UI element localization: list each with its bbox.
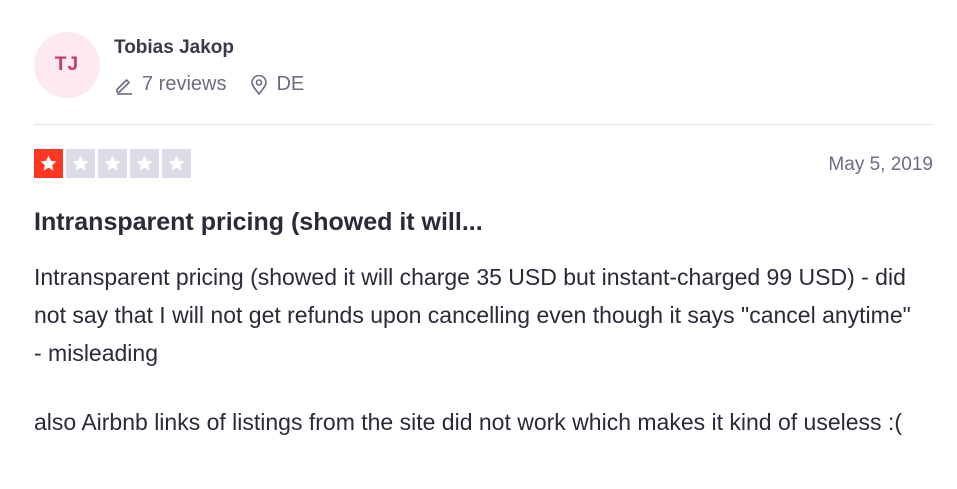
pencil-icon	[116, 78, 132, 95]
star-empty	[162, 149, 191, 178]
star-icon	[136, 155, 153, 171]
star-icon	[104, 155, 121, 171]
star-rating	[34, 149, 194, 178]
reviews-count: 7 reviews	[142, 73, 227, 95]
star-filled	[34, 149, 63, 178]
reviewer-meta: Tobias Jakop 7 reviews DE	[114, 32, 304, 96]
review-title[interactable]: Intransparent pricing (showed it will...	[34, 208, 924, 237]
review-body: Intransparent pricing (showed it will ch…	[34, 258, 919, 472]
star-icon	[72, 155, 89, 171]
avatar-initials: TJ	[54, 54, 80, 75]
reviews-count-stat: 7 reviews	[114, 73, 226, 96]
country-stat: DE	[250, 73, 304, 96]
review-card: TJ Tobias Jakop 7 reviews DE May 5, 2019…	[0, 0, 957, 489]
star-empty	[98, 149, 127, 178]
review-date: May 5, 2019	[828, 154, 933, 175]
star-empty	[130, 149, 159, 178]
star-icon	[40, 155, 57, 171]
avatar[interactable]: TJ	[34, 32, 100, 98]
review-paragraph: Intransparent pricing (showed it will ch…	[34, 264, 911, 366]
reviewer-name[interactable]: Tobias Jakop	[114, 37, 304, 59]
reviewer-stats: 7 reviews DE	[114, 73, 304, 96]
divider	[34, 124, 933, 125]
review-paragraph: also Airbnb links of listings from the s…	[34, 409, 902, 435]
reviewer-header: TJ Tobias Jakop 7 reviews DE	[34, 32, 304, 98]
location-pin-icon	[251, 74, 268, 95]
star-icon	[168, 155, 185, 171]
country-code: DE	[276, 73, 305, 95]
star-empty	[66, 149, 95, 178]
